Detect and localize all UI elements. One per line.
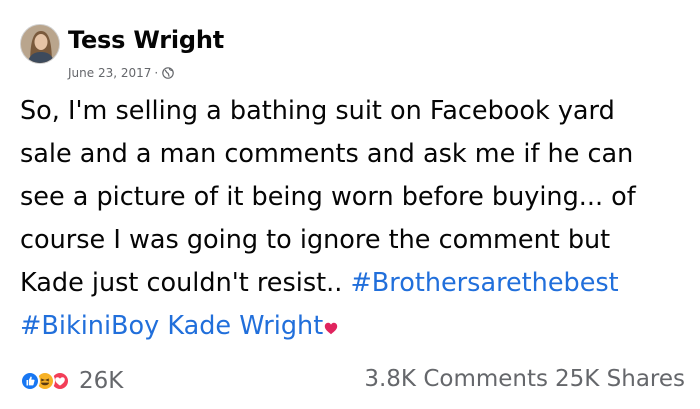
reaction-count[interactable]: 26K — [79, 368, 123, 394]
post-date[interactable]: June 23, 2017 — [68, 66, 151, 80]
post-header: Tess Wright June 23, 2017 · — [20, 24, 420, 84]
post-text-line: sale and a man comments and ask me if he… — [20, 139, 634, 169]
globe-icon[interactable] — [162, 67, 175, 79]
post-text: Kade just couldn't resist.. — [20, 268, 351, 298]
mention-link[interactable]: Kade Wright — [167, 311, 323, 341]
post-text-line: see a picture of it being worn before bu… — [20, 182, 636, 212]
avatar[interactable] — [20, 24, 60, 64]
facebook-post: Tess Wright June 23, 2017 · So, I'm sell… — [0, 0, 700, 409]
like-icon — [20, 371, 40, 391]
hashtag-link[interactable]: #Brothersarethebest — [350, 268, 618, 298]
meta-separator: · — [154, 66, 159, 80]
engagement-stats: 3.8K Comments 25K Shares — [364, 366, 685, 392]
post-footer: 26K 3.8K Comments 25K Shares — [20, 364, 685, 396]
post-text-line: So, I'm selling a bathing suit on Facebo… — [20, 96, 615, 126]
reactions-summary[interactable]: 26K — [20, 368, 123, 394]
heart-icon — [325, 322, 338, 335]
shares-count[interactable]: 25K Shares — [555, 366, 685, 392]
post-text-line: course I was going to ignore the comment… — [20, 225, 611, 255]
post-text-line: #BikiniBoy Kade Wright — [20, 305, 685, 348]
hashtag-link[interactable]: #BikiniBoy — [20, 311, 159, 341]
comments-count[interactable]: 3.8K Comments — [364, 366, 548, 392]
profile-photo-icon — [21, 25, 59, 63]
post-meta: June 23, 2017 · — [68, 66, 175, 80]
author-name[interactable]: Tess Wright — [68, 26, 224, 54]
post-body: So, I'm selling a bathing suit on Facebo… — [20, 90, 685, 348]
post-text-line: Kade just couldn't resist.. #Brothersare… — [20, 262, 685, 305]
